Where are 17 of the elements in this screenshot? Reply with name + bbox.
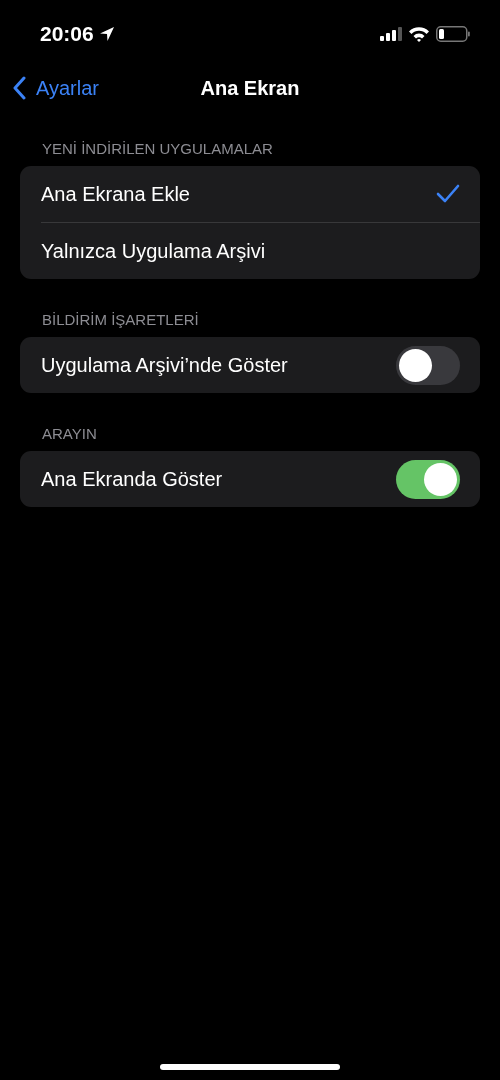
- section-header: ARAYIN: [41, 425, 98, 442]
- section-header: YENİ İNDİRİLEN UYGULAMALAR: [41, 140, 274, 157]
- section-header: BİLDİRİM İŞARETLERİ: [41, 311, 200, 328]
- page-title: Ana Ekran: [200, 76, 300, 100]
- toggle-switch[interactable]: [396, 345, 460, 385]
- chevron-left-icon: [12, 76, 26, 100]
- signal-icon: [380, 27, 402, 41]
- setting-label[interactable]: Uygulama Arşivi’nde Göster: [41, 353, 288, 377]
- toggle-switch[interactable]: [396, 459, 460, 499]
- setting-label[interactable]: Yalnızca Uygulama Arşivi: [41, 239, 266, 263]
- battery-icon: [436, 26, 470, 42]
- setting-label[interactable]: Ana Ekranda Göster: [41, 467, 223, 491]
- back-button[interactable]: Ayarlar: [12, 76, 99, 100]
- setting-label[interactable]: Ana Ekrana Ekle: [41, 182, 190, 206]
- status-time: 20:06: [40, 22, 94, 46]
- location-arrow-icon: [97, 25, 116, 43]
- wifi-icon: [408, 26, 430, 42]
